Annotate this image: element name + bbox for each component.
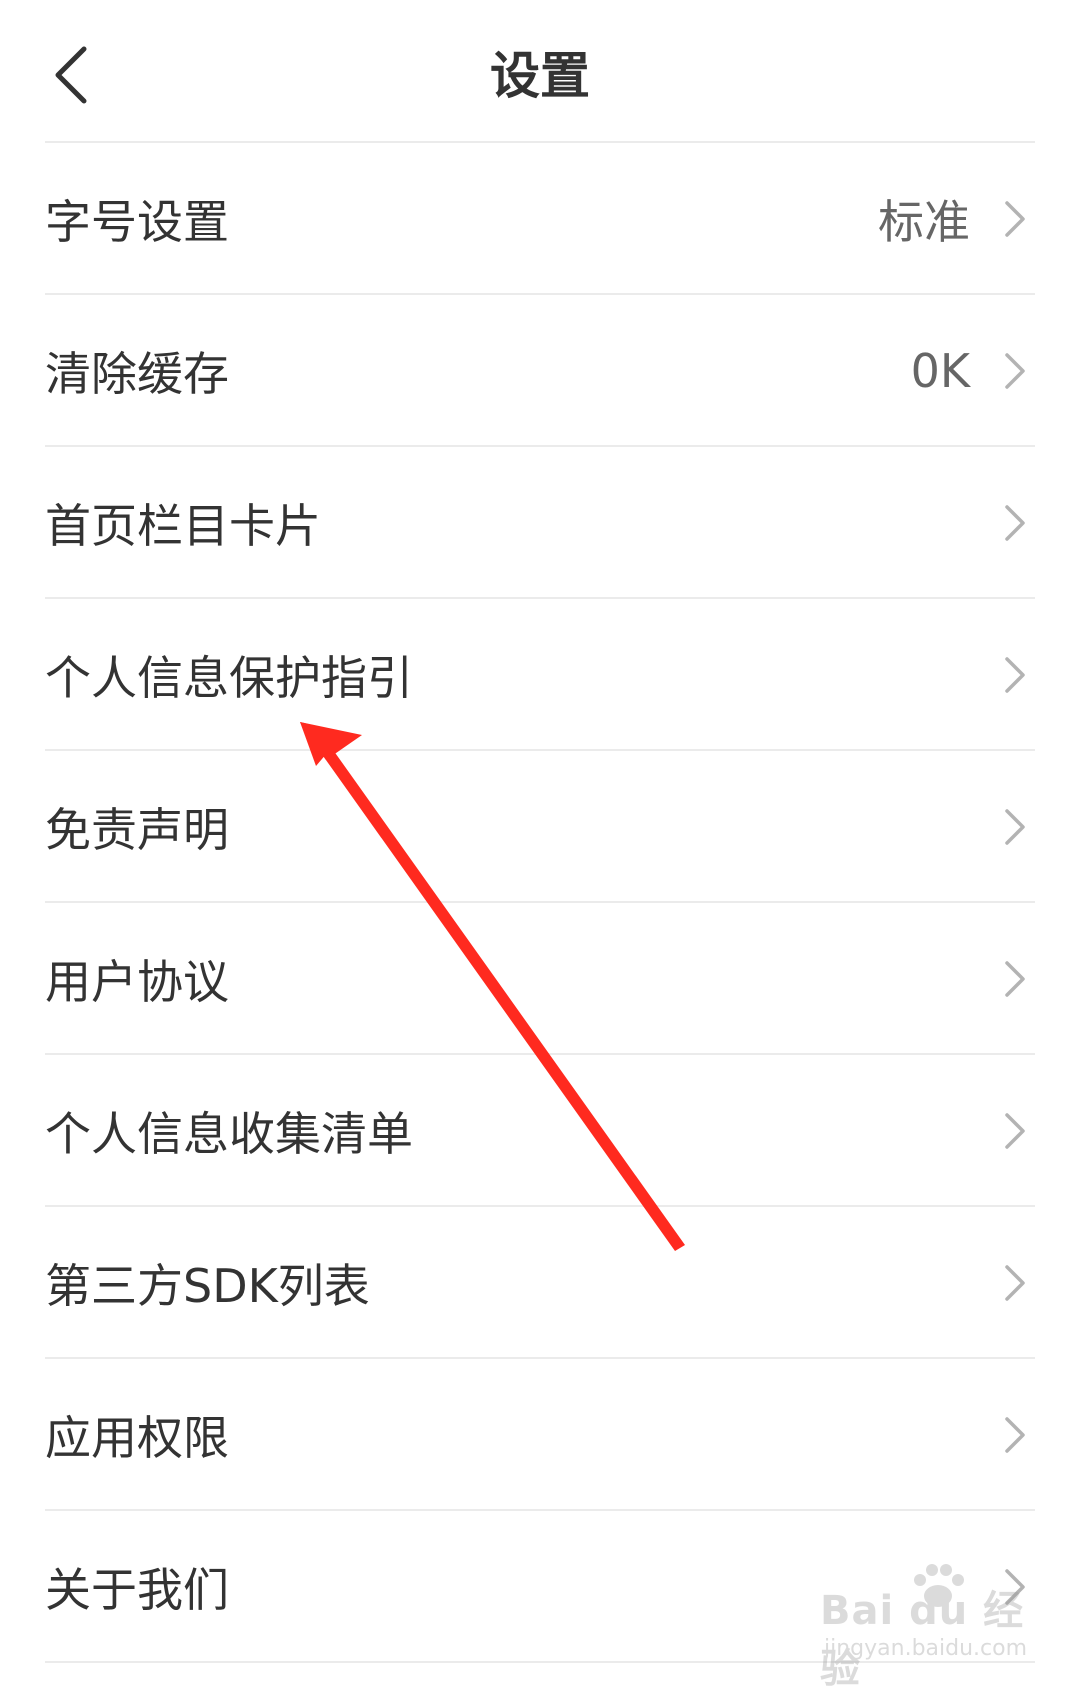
chevron-right-icon <box>995 143 1035 295</box>
settings-item-app-permissions[interactable]: 应用权限 <box>0 1359 1080 1511</box>
chevron-right-icon <box>995 447 1035 599</box>
top-bar: 设置 <box>0 0 1080 143</box>
settings-item-label: 第三方SDK列表 <box>45 1259 370 1313</box>
settings-item-value: 0K <box>910 344 970 398</box>
settings-item-info-collection[interactable]: 个人信息收集清单 <box>0 1055 1080 1207</box>
settings-item-home-cards[interactable]: 首页栏目卡片 <box>0 447 1080 599</box>
settings-item-label: 首页栏目卡片 <box>45 499 321 553</box>
settings-item-label: 应用权限 <box>45 1411 229 1465</box>
settings-item-label: 免责声明 <box>45 803 229 857</box>
page-title: 设置 <box>490 47 590 105</box>
settings-item-value: 标准 <box>878 195 970 249</box>
settings-item-sdk-list[interactable]: 第三方SDK列表 <box>0 1207 1080 1359</box>
settings-item-clear-cache[interactable]: 清除缓存 0K <box>0 295 1080 447</box>
settings-item-label: 个人信息收集清单 <box>45 1107 413 1161</box>
settings-item-label: 用户协议 <box>45 955 229 1009</box>
watermark-url: jingyan.baidu.com <box>824 1636 1028 1661</box>
chevron-right-icon <box>995 1207 1035 1359</box>
settings-item-user-agreement[interactable]: 用户协议 <box>0 903 1080 1055</box>
chevron-right-icon <box>995 599 1035 751</box>
settings-item-font-size[interactable]: 字号设置 标准 <box>0 143 1080 295</box>
settings-item-disclaimer[interactable]: 免责声明 <box>0 751 1080 903</box>
chevron-right-icon <box>995 751 1035 903</box>
chevron-right-icon <box>995 295 1035 447</box>
settings-list: 字号设置 标准 清除缓存 0K 首页栏目卡片 个人信息保护指引 免责声明 用户协… <box>0 143 1080 1663</box>
settings-item-label: 字号设置 <box>45 195 229 249</box>
chevron-right-icon <box>995 903 1035 1055</box>
chevron-right-icon <box>995 1055 1035 1207</box>
settings-item-label: 关于我们 <box>45 1563 229 1617</box>
settings-item-privacy-guide[interactable]: 个人信息保护指引 <box>0 599 1080 751</box>
baidu-jingyan-watermark: Bai du 经验 jingyan.baidu.com <box>820 1564 1028 1692</box>
settings-item-label: 个人信息保护指引 <box>45 651 413 705</box>
settings-item-label: 清除缓存 <box>45 347 229 401</box>
chevron-right-icon <box>995 1359 1035 1511</box>
